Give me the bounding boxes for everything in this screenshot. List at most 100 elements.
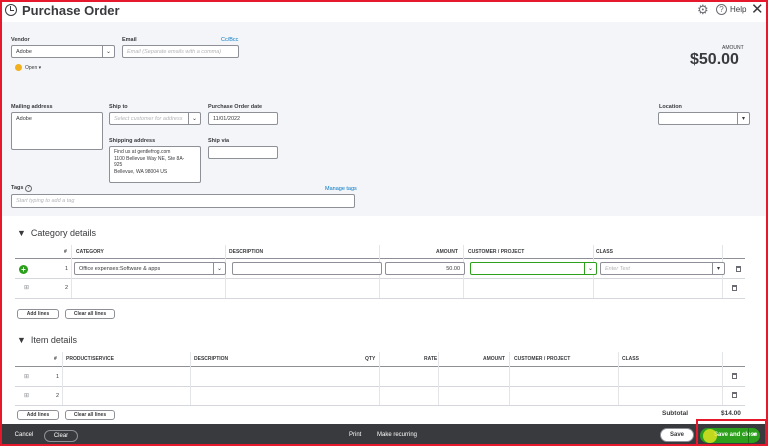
ship-to-select[interactable]: Select customer for address ⌄ bbox=[109, 112, 201, 125]
chevron-down-icon[interactable]: ⌄ bbox=[584, 263, 596, 274]
mailing-address-value: Adobe bbox=[16, 116, 32, 122]
email-label: Email bbox=[122, 37, 137, 43]
shipping-line: Bellevue, WA 98004 US bbox=[114, 168, 168, 175]
clear-all-lines-button[interactable]: Clear all lines bbox=[65, 410, 115, 420]
category-select[interactable]: Office expenses:Software & apps ⌄ bbox=[74, 262, 226, 275]
clear-all-lines-button[interactable]: Clear all lines bbox=[65, 309, 115, 319]
ship-to-label: Ship to bbox=[109, 104, 128, 110]
page-title: Purchase Order bbox=[22, 3, 120, 18]
shipping-line: 1100 Bellevue Way NE, Ste 8A- bbox=[114, 155, 185, 162]
manage-tags-link[interactable]: Manage tags bbox=[325, 186, 357, 192]
col-header-customer: CUSTOMER / PROJECT bbox=[514, 356, 571, 362]
ship-via-field[interactable] bbox=[208, 146, 278, 159]
column-divider bbox=[71, 245, 72, 298]
col-header-description: DESCRIPTION bbox=[194, 356, 229, 362]
history-icon[interactable] bbox=[5, 4, 17, 16]
tags-placeholder: Start typing to add a tag bbox=[16, 198, 75, 204]
table-divider bbox=[15, 278, 745, 279]
col-header-description: DESCRIPTION bbox=[229, 249, 264, 255]
help-icon[interactable]: ? bbox=[716, 4, 727, 15]
location-select[interactable]: ▾ bbox=[658, 112, 750, 125]
clear-button[interactable]: Clear bbox=[44, 430, 78, 442]
vendor-select[interactable]: Adobe ⌄ bbox=[11, 45, 115, 58]
column-divider bbox=[722, 352, 723, 405]
drag-handle-icon[interactable]: ⊞ bbox=[24, 392, 29, 399]
col-header-customer: CUSTOMER / PROJECT bbox=[468, 249, 525, 255]
col-header-qty: QTY bbox=[365, 356, 376, 362]
amount-field[interactable]: 50.00 bbox=[385, 262, 465, 275]
amount-cell-value: 50.00 bbox=[446, 266, 460, 272]
table-divider bbox=[15, 258, 745, 259]
ccbcc-link[interactable]: Cc/Bcc bbox=[221, 37, 238, 43]
print-button[interactable]: Print bbox=[349, 432, 361, 438]
amount-value: $50.00 bbox=[690, 51, 739, 68]
cancel-button[interactable]: Cancel bbox=[8, 430, 40, 442]
status-icon bbox=[15, 64, 22, 71]
row-number: 1 bbox=[65, 266, 69, 272]
mailing-address-label: Mailing address bbox=[11, 104, 53, 110]
col-header-class: CLASS bbox=[622, 356, 639, 362]
subtotal-value: $14.00 bbox=[721, 410, 741, 417]
add-row-icon[interactable]: + bbox=[19, 265, 28, 274]
po-date-field[interactable]: 11/01/2022 bbox=[208, 112, 278, 125]
column-divider bbox=[438, 352, 439, 405]
row-number: 1 bbox=[56, 374, 60, 380]
col-header-category: CATEGORY bbox=[76, 249, 104, 255]
description-field[interactable] bbox=[232, 262, 382, 275]
col-header-num: # bbox=[64, 249, 67, 255]
email-field[interactable]: Email (Separate emails with a comma) bbox=[122, 45, 239, 58]
tags-label: Tags ? bbox=[11, 185, 32, 192]
add-lines-button[interactable]: Add lines bbox=[17, 309, 59, 319]
col-header-rate: RATE bbox=[424, 356, 438, 362]
row-number: 2 bbox=[65, 285, 69, 291]
col-header-amount: AMOUNT bbox=[483, 356, 505, 362]
email-placeholder: Email (Separate emails with a comma) bbox=[127, 49, 222, 55]
title-bar: Purchase Order ⚙ ? Help ✕ bbox=[0, 0, 768, 22]
column-divider bbox=[618, 352, 619, 405]
class-placeholder: Enter Text bbox=[605, 266, 630, 272]
add-lines-button[interactable]: Add lines bbox=[17, 410, 59, 420]
col-header-class: CLASS bbox=[596, 249, 613, 255]
table-divider bbox=[15, 386, 745, 387]
column-divider bbox=[62, 352, 63, 405]
item-details-title[interactable]: ▼ Item details bbox=[17, 335, 77, 345]
subtotal-label: Subtotal bbox=[662, 410, 688, 417]
close-icon[interactable]: ✕ bbox=[751, 2, 764, 17]
chevron-down-icon[interactable]: ▾ bbox=[712, 263, 724, 274]
footer-bar: Cancel Clear Print Make recurring bbox=[0, 424, 768, 446]
shipping-address-field[interactable]: Find us at gentlefrog.com 1100 Bellevue … bbox=[109, 146, 201, 183]
table-divider bbox=[15, 298, 745, 299]
table-divider bbox=[15, 405, 745, 406]
gear-icon[interactable]: ⚙ bbox=[697, 3, 709, 16]
drag-handle-icon[interactable]: ⊞ bbox=[24, 373, 29, 380]
trash-icon[interactable] bbox=[732, 373, 737, 379]
tags-input[interactable]: Start typing to add a tag bbox=[11, 194, 355, 208]
chevron-down-icon[interactable]: ⌄ bbox=[188, 113, 200, 124]
category-details-title[interactable]: ▼ Category details bbox=[17, 228, 96, 238]
mailing-address-field[interactable]: Adobe bbox=[11, 112, 103, 150]
trash-icon[interactable] bbox=[732, 392, 737, 398]
row-number: 2 bbox=[56, 393, 60, 399]
chevron-down-icon[interactable]: ⌄ bbox=[213, 263, 225, 274]
status-badge[interactable]: Open ▾ bbox=[15, 64, 41, 71]
ship-via-label: Ship via bbox=[208, 138, 230, 144]
po-date-value: 11/01/2022 bbox=[213, 116, 241, 122]
col-header-product: PRODUCT/SERVICE bbox=[66, 356, 114, 362]
make-recurring-button[interactable]: Make recurring bbox=[377, 432, 417, 438]
cursor-highlight bbox=[703, 429, 717, 443]
chevron-down-icon[interactable]: ▾ bbox=[737, 113, 749, 124]
class-select[interactable]: Enter Text ▾ bbox=[600, 262, 725, 275]
column-divider bbox=[379, 352, 380, 405]
trash-icon[interactable] bbox=[732, 285, 737, 291]
drag-handle-icon[interactable]: ⊞ bbox=[24, 284, 29, 291]
col-header-num: # bbox=[54, 356, 57, 362]
save-button[interactable]: Save bbox=[660, 428, 694, 442]
vendor-label: Vendor bbox=[11, 37, 30, 43]
po-date-label: Purchase Order date bbox=[208, 104, 263, 110]
category-value: Office expenses:Software & apps bbox=[79, 266, 161, 272]
customer-project-select[interactable]: ⌄ bbox=[470, 262, 597, 275]
trash-icon[interactable] bbox=[736, 266, 741, 272]
chevron-down-icon[interactable]: ⌄ bbox=[102, 46, 114, 57]
help-label[interactable]: Help bbox=[730, 5, 746, 14]
ship-to-placeholder: Select customer for address bbox=[114, 116, 183, 122]
